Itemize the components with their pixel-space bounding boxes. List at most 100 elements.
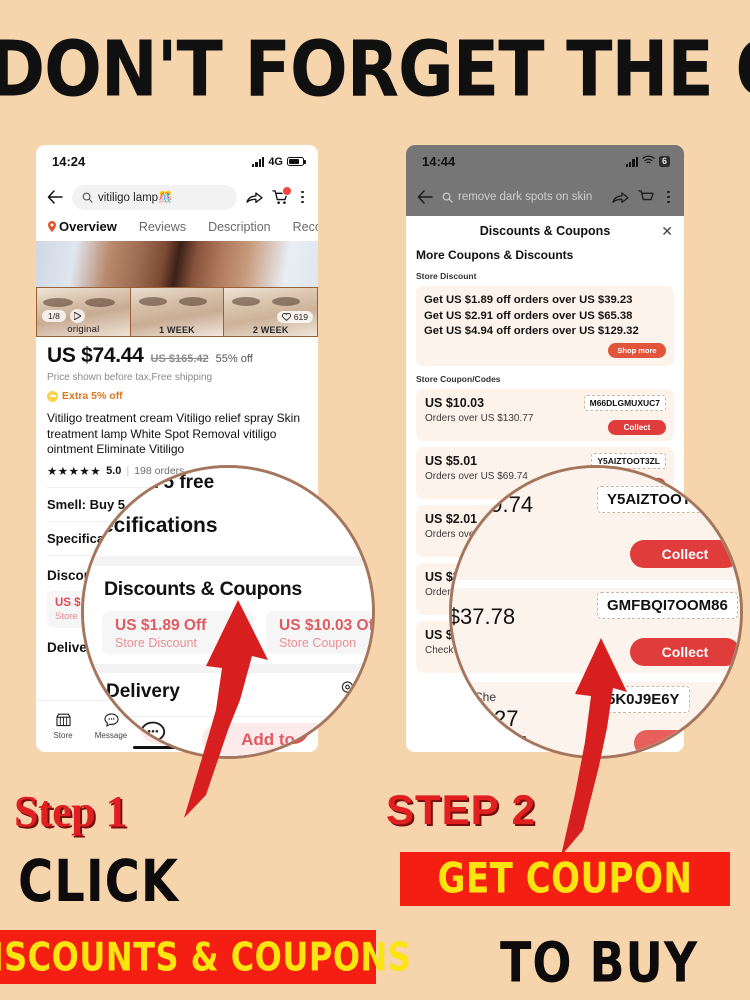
- location-pin-icon: [339, 680, 356, 702]
- close-icon[interactable]: ✕: [661, 224, 673, 238]
- product-gallery[interactable]: 1/8 original 1 WEEK 619 2 WEEK: [36, 241, 318, 337]
- play-icon[interactable]: [70, 309, 85, 323]
- sheet-header: Discounts & Coupons ✕: [406, 216, 684, 246]
- discount-percent: 55% off: [215, 353, 253, 365]
- thumb-2week[interactable]: 619 2 WEEK: [223, 287, 318, 337]
- store-label: Store: [53, 731, 73, 740]
- store-coupon-label: Store Coupon/Codes: [416, 373, 501, 384]
- search-value: remove dark spots on skin: [458, 191, 593, 203]
- thumb-caption: 2 WEEK: [252, 325, 289, 335]
- status-bar: 14:44 6: [406, 145, 684, 178]
- more-coupons-heading: More Coupons & Discounts: [416, 248, 574, 262]
- coin-icon: [47, 390, 58, 402]
- tab-overview[interactable]: Overview: [48, 219, 117, 234]
- arrow-left-icon[interactable]: [47, 190, 63, 204]
- thumb-caption: original: [67, 324, 100, 335]
- collect-button[interactable]: Collect: [608, 419, 666, 435]
- gallery-index: 1/8: [42, 310, 66, 322]
- cart-icon[interactable]: [272, 186, 293, 205]
- thumb-original[interactable]: 1/8 original: [36, 287, 130, 337]
- tab-recommendations[interactable]: Reco: [293, 220, 318, 234]
- step-1-banner: DISCOUNTS & COUPONS: [0, 930, 411, 984]
- gallery-thumbnails: 1/8 original 1 WEEK 619 2 WEEK: [36, 287, 318, 337]
- step-1-action: CLICK: [18, 848, 180, 916]
- coupon-row: US $10.03 Orders over US $130.77 M66DLGM…: [416, 388, 674, 441]
- coupon-code[interactable]: M66DLGMUXUC7: [583, 394, 666, 411]
- step-2-action: TO BUY: [500, 930, 699, 995]
- magnified-amount-top: US $2.01: [449, 474, 489, 491]
- original-price: US $165.42: [150, 353, 209, 365]
- dimmed-header: 14:44 6 remove dark spots on skin: [406, 145, 684, 216]
- step-2-banner: GET COUPON: [400, 852, 730, 906]
- more-vertical-icon[interactable]: [664, 190, 673, 204]
- status-bar: 14:24 4G: [36, 145, 318, 178]
- like-count: 619: [293, 312, 309, 322]
- share-icon[interactable]: [612, 190, 630, 205]
- network-label: 4G: [268, 155, 283, 168]
- tab-label: Overview: [59, 219, 117, 234]
- nav-bar: vitiligo lamp🎊: [36, 178, 318, 216]
- cart-badge: [282, 186, 293, 196]
- discount-line: Get US $4.94 off orders over US $129.32: [424, 325, 639, 337]
- like-count-badge[interactable]: 619: [276, 311, 314, 323]
- magnified-orders-cut: 69.74: [478, 492, 534, 517]
- battery-icon: 6: [658, 156, 670, 167]
- step-1-banner-text: DISCOUNTS & COUPONS: [0, 933, 412, 981]
- poster-canvas: DON'T FORGET THE OFFERS 14:24 4G vitilig…: [0, 0, 750, 1000]
- magnified-collect-button-1[interactable]: Collect: [630, 540, 740, 568]
- search-icon: [82, 192, 93, 203]
- current-price: US $74.44: [47, 344, 144, 367]
- page-title: DON'T FORGET THE OFFERS: [0, 24, 750, 115]
- step-2-label: STEP 2: [386, 786, 536, 833]
- magnified-orders-top: Orders ov: [449, 496, 478, 511]
- location-pin-icon: [48, 221, 56, 232]
- magnified-check-text: Che: [474, 690, 497, 704]
- signal-icon: [252, 156, 265, 167]
- sheet-title: Discounts & Coupons: [479, 224, 611, 238]
- magnified-amount-big: S $37.78: [449, 604, 516, 629]
- status-indicators: 6: [625, 155, 670, 168]
- arrow-left-icon[interactable]: [417, 190, 433, 204]
- more-vertical-icon[interactable]: [298, 190, 307, 204]
- discount-line: Get US $2.91 off orders over US $65.38: [424, 309, 633, 322]
- share-icon[interactable]: [246, 190, 264, 205]
- status-time: 14:24: [52, 154, 86, 169]
- price-row: US $74.44 US $165.42 55% off: [47, 344, 307, 368]
- store-button[interactable]: Store: [44, 713, 82, 740]
- step-1-label: Step 1: [14, 787, 128, 836]
- step-2-banner-text: GET COUPON: [437, 854, 693, 904]
- search-input[interactable]: vitiligo lamp🎊: [72, 184, 238, 210]
- magnified-coupon-code-2[interactable]: GMFBQI7OOM86: [597, 592, 738, 619]
- tab-label: Description: [208, 219, 271, 234]
- extra-discount-badge: Extra 5% off: [47, 390, 307, 402]
- thumb-caption: 1 WEEK: [159, 325, 195, 335]
- magnified-buy5-text: y 5 get 5 free: [98, 472, 215, 493]
- extra-discount-label: Extra 5% off: [62, 390, 123, 402]
- thumb-1week[interactable]: 1 WEEK: [129, 287, 224, 337]
- status-indicators: 4G: [252, 155, 307, 168]
- store-icon: [44, 713, 82, 731]
- magnified-coupon-code-1[interactable]: Y5AIZTOOT3ZL: [597, 486, 728, 513]
- tab-reviews[interactable]: Reviews: [139, 220, 186, 234]
- magnified-specifications-text: ecifications: [102, 514, 218, 537]
- tab-description[interactable]: Description: [208, 220, 271, 234]
- price-subnote: Price shown before tax,Free shipping: [47, 372, 213, 383]
- cart-icon[interactable]: [638, 189, 655, 205]
- search-icon: [442, 192, 453, 203]
- battery-icon: [287, 157, 307, 166]
- wifi-icon: [642, 155, 655, 168]
- search-input[interactable]: remove dark spots on skin: [442, 185, 603, 210]
- status-time: 14:44: [422, 154, 456, 169]
- product-title: Vitiligo treatment cream Vitiligo relief…: [47, 411, 300, 456]
- shop-more-button[interactable]: Shop more: [608, 342, 666, 358]
- tab-label: Reco: [292, 219, 318, 234]
- store-discount-label: Store Discount: [416, 271, 477, 281]
- tab-label: Reviews: [138, 219, 187, 234]
- discount-line: Get US $1.89 off orders over US $39.23: [424, 294, 633, 306]
- nav-bar: remove dark spots on skin: [406, 178, 684, 216]
- tab-bar: Overview Reviews Description Reco: [36, 216, 318, 241]
- signal-icon: [625, 156, 638, 167]
- heart-icon: [281, 313, 291, 321]
- search-value: vitiligo lamp🎊: [98, 192, 173, 204]
- gallery-hero-image: [36, 241, 318, 289]
